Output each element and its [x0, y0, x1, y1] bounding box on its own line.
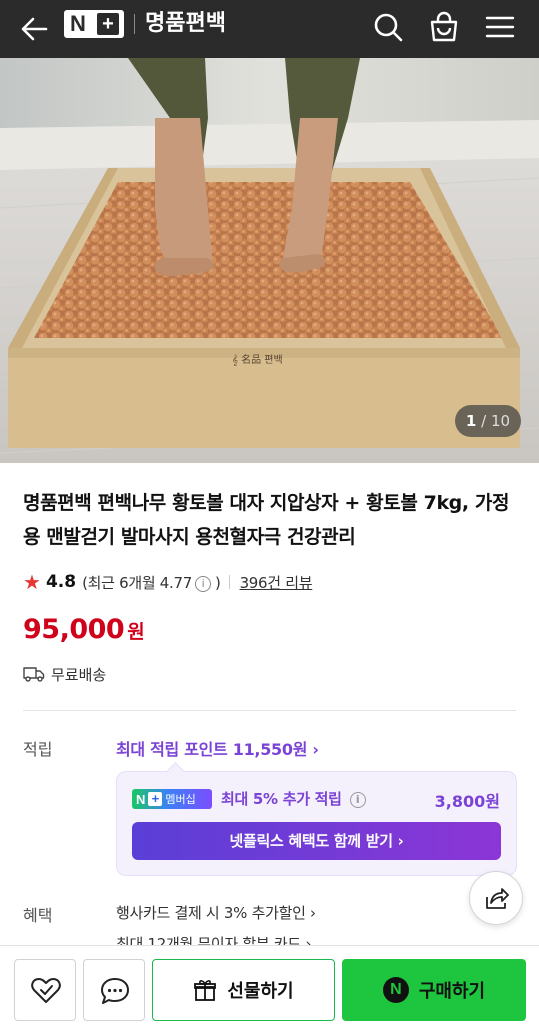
- gift-button[interactable]: 선물하기: [152, 959, 335, 1021]
- chat-bubble-icon: [101, 978, 129, 1004]
- buy-button[interactable]: N 구매하기: [342, 959, 526, 1021]
- extra-points-amount: 3,800원: [434, 792, 500, 811]
- gift-icon: [194, 980, 217, 1001]
- share-button[interactable]: [469, 871, 523, 925]
- heart-check-icon: [31, 978, 61, 1003]
- star-icon: ★: [23, 570, 41, 594]
- svg-text:𝄞 名品 편백: 𝄞 名品 편백: [232, 353, 283, 366]
- price-unit: 원: [127, 621, 145, 643]
- share-icon: [486, 888, 509, 909]
- product-title: 명품편백 편백나무 황토볼 대자 지압상자 + 황토볼 7kg, 가정용 맨발걷…: [23, 492, 510, 548]
- rating-divider: [228, 575, 230, 589]
- hamburger-menu-icon[interactable]: [482, 9, 518, 45]
- review-count-link[interactable]: 396건 리뷰: [240, 572, 313, 593]
- header-divider: [134, 14, 135, 34]
- info-icon[interactable]: i: [349, 792, 366, 808]
- product-image-gallery[interactable]: 𝄞 名品 편백 1 / 10: [0, 58, 539, 463]
- naver-plus-membership-badge: N + 멤버십: [132, 789, 212, 809]
- max-points-link[interactable]: 최대 적립 포인트 11,550원 ›: [116, 736, 319, 760]
- price-value: 95,000: [23, 614, 125, 645]
- bottom-action-bar: 선물하기 N 구매하기: [0, 945, 539, 1024]
- truck-icon: [23, 667, 45, 682]
- shopping-bag-icon[interactable]: [426, 9, 462, 45]
- search-icon[interactable]: [370, 9, 406, 45]
- product-photo: 𝄞 名品 편백: [0, 58, 539, 463]
- gift-label: 선물하기: [227, 981, 294, 1002]
- rating-row: ★ 4.8 (최근 6개월 4.77 i) 396건 리뷰: [23, 570, 313, 594]
- talk-button[interactable]: [83, 959, 145, 1021]
- membership-points-box: N + 멤버십 최대 5% 추가 적립 i 3,800원 넷플릭스 혜택도 함께…: [116, 771, 517, 876]
- section-divider: [23, 710, 516, 711]
- top-header: N + 명품편백: [0, 0, 539, 58]
- benefits-label: 혜택: [23, 906, 53, 925]
- naver-plus-logo[interactable]: N +: [64, 10, 124, 38]
- shipping-info: 무료배송: [23, 662, 106, 686]
- shipping-label: 무료배송: [51, 665, 107, 684]
- recent-rating: (최근 6개월 4.77 i): [82, 573, 221, 592]
- info-icon[interactable]: i: [195, 575, 211, 592]
- naver-n-icon: N: [382, 977, 409, 1003]
- image-counter: 1 / 10: [455, 405, 521, 437]
- buy-label: 구매하기: [418, 981, 486, 1002]
- rating-value: 4.8: [45, 572, 77, 592]
- price: 95,000 원: [23, 614, 145, 650]
- card-discount-link[interactable]: 행사카드 결제 시 3% 추가할인 ›: [116, 902, 316, 923]
- like-button[interactable]: [14, 959, 76, 1021]
- back-arrow-icon[interactable]: [16, 11, 52, 47]
- netflix-benefit-button[interactable]: 넷플릭스 혜택도 함께 받기 ›: [132, 822, 501, 860]
- points-label: 적립: [23, 740, 53, 759]
- store-name[interactable]: 명품편백: [145, 9, 226, 39]
- installment-link[interactable]: 최대 12개월 무이자 할부 카드 ›: [116, 933, 311, 945]
- extra-points-label: 최대 5% 추가 적립 i: [221, 788, 370, 809]
